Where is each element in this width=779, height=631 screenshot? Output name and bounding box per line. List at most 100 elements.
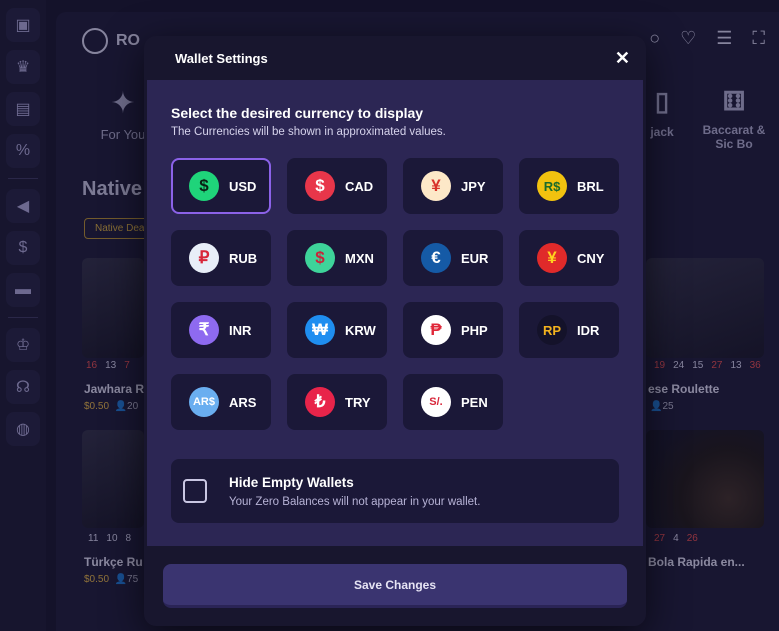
search-icon[interactable]: ○ (649, 28, 660, 49)
game-title[interactable]: Bola Rapida en... (648, 555, 745, 569)
top-icons: ○ ♡ ☰ ⛶ (649, 28, 765, 49)
currency-option-usd[interactable]: $ USD (171, 158, 271, 214)
currency-code: KRW (345, 322, 376, 338)
game-title[interactable]: Jawhara R (84, 382, 144, 396)
currency-cad-icon: $ (305, 171, 335, 201)
currency-option-php[interactable]: ₱ PHP (403, 302, 503, 358)
currency-inr-icon: ₹ (189, 315, 219, 345)
game-title[interactable]: Türkçe Ru (84, 555, 143, 569)
money-bag-icon[interactable]: $ (6, 231, 40, 265)
currency-code: JPY (461, 178, 486, 194)
hide-empty-wallets-option[interactable]: Hide Empty Wallets Your Zero Balances wi… (171, 459, 619, 523)
wallet-settings-modal: Wallet Settings ✕ Select the desired cur… (144, 36, 646, 626)
recent-numbers: 19 24 15 27 13 36 (654, 360, 761, 371)
currency-code: ARS (229, 394, 257, 410)
currency-option-mxn[interactable]: $ MXN (287, 230, 387, 286)
currency-pen-icon: S/. (421, 387, 451, 417)
hide-empty-checkbox[interactable] (183, 479, 207, 503)
currency-option-cny[interactable]: ¥ CNY (519, 230, 619, 286)
currency-option-cad[interactable]: $ CAD (287, 158, 387, 214)
currency-code: CNY (577, 250, 605, 266)
currency-eur-icon: € (421, 243, 451, 273)
currency-idr-icon: RP (537, 315, 567, 345)
category-label: jack (650, 125, 674, 139)
globe-icon[interactable]: ◍ (6, 412, 40, 446)
close-icon[interactable]: ✕ (615, 49, 630, 67)
modal-title: Wallet Settings (175, 50, 268, 66)
menu-icon[interactable]: ☰ (716, 28, 732, 49)
fullscreen-icon[interactable]: ⛶ (752, 28, 765, 49)
category-label: Baccarat & (702, 123, 766, 137)
hide-empty-title: Hide Empty Wallets (229, 474, 354, 490)
currency-option-jpy[interactable]: ¥ JPY (403, 158, 503, 214)
logo-icon (82, 28, 108, 54)
game-title[interactable]: ese Roulette (648, 382, 719, 396)
category-for-you[interactable]: ✦ For You (98, 86, 148, 142)
category-blackjack[interactable]: ▯ jack (644, 86, 680, 139)
category-label: For You (100, 127, 146, 142)
sparkle-icon: ✦ (110, 87, 136, 120)
currency-option-rub[interactable]: ₽ RUB (171, 230, 271, 286)
megaphone-icon[interactable]: ◀ (6, 189, 40, 223)
currency-jpy-icon: ¥ (421, 171, 451, 201)
currency-option-krw[interactable]: ₩ KRW (287, 302, 387, 358)
game-thumbnail[interactable] (82, 258, 144, 358)
sidebar-divider (8, 178, 38, 179)
modal-header: Wallet Settings ✕ (144, 36, 646, 80)
modal-body: Select the desired currency to display T… (147, 80, 643, 546)
logo-text: RO (116, 32, 140, 49)
game-thumbnail[interactable] (646, 430, 764, 528)
currency-code: TRY (345, 394, 371, 410)
currency-code: CAD (345, 178, 374, 194)
sidebar: ▣ ♛ ▤ % ◀ $ ▬ ♔ ☊ ◍ (0, 0, 46, 631)
currency-option-brl[interactable]: R$ BRL (519, 158, 619, 214)
game-meta: $0.50 👤75 (84, 574, 139, 585)
currency-option-eur[interactable]: € EUR (403, 230, 503, 286)
crown-icon[interactable]: ♔ (6, 328, 40, 362)
sidebar-divider (8, 317, 38, 318)
currency-try-icon: ₺ (305, 387, 335, 417)
currency-code: INR (229, 322, 252, 338)
currency-heading: Select the desired currency to display (171, 105, 424, 121)
recent-numbers: 16 13 7 (86, 360, 130, 371)
currency-code: PHP (461, 322, 488, 338)
currency-option-idr[interactable]: RP IDR (519, 302, 619, 358)
currency-ars-icon: AR$ (189, 387, 219, 417)
trophy-icon[interactable]: ♛ (6, 50, 40, 84)
promo-icon[interactable]: % (6, 134, 40, 168)
heart-icon[interactable]: ♡ (680, 28, 696, 49)
recent-numbers: 27 4 26 (654, 533, 698, 544)
recent-numbers: 11 10 8 (88, 533, 132, 544)
currency-usd-icon: $ (189, 171, 219, 201)
currency-mxn-icon: $ (305, 243, 335, 273)
save-changes-button[interactable]: Save Changes (163, 564, 627, 608)
wallet-icon[interactable]: ▬ (6, 273, 40, 307)
slots-icon[interactable]: ▣ (6, 8, 40, 42)
game-meta: 👤25 (650, 401, 674, 412)
currency-code: MXN (345, 250, 374, 266)
game-thumbnail[interactable] (646, 258, 764, 358)
site-logo[interactable]: RO (82, 28, 140, 54)
currency-code: USD (229, 178, 257, 194)
currency-option-try[interactable]: ₺ TRY (287, 374, 387, 430)
currency-option-ars[interactable]: AR$ ARS (171, 374, 271, 430)
currency-subheading: The Currencies will be shown in approxim… (171, 126, 446, 138)
currency-php-icon: ₱ (421, 315, 451, 345)
currency-rub-icon: ₽ (189, 243, 219, 273)
currency-option-pen[interactable]: S/. PEN (403, 374, 503, 430)
currency-code: BRL (577, 178, 604, 194)
hide-empty-text: Hide Empty Wallets Your Zero Balances wi… (229, 475, 480, 508)
support-icon[interactable]: ☊ (6, 370, 40, 404)
dice-icon: ⚅ (722, 86, 746, 116)
category-label: Sic Bo (715, 137, 753, 151)
category-baccarat[interactable]: ⚅ Baccarat & Sic Bo (698, 86, 770, 151)
gift-icon[interactable]: ▤ (6, 92, 40, 126)
game-thumbnail[interactable] (82, 430, 144, 528)
currency-code: IDR (577, 322, 600, 338)
currency-cny-icon: ¥ (537, 243, 567, 273)
currency-krw-icon: ₩ (305, 315, 335, 345)
currency-grid: $ USD $ CAD ¥ JPY R$ BRL ₽ RUB $ MXN € EUR ¥ CNY ₹ INR ₩ KR… (171, 158, 619, 430)
currency-option-inr[interactable]: ₹ INR (171, 302, 271, 358)
currency-code: RUB (229, 250, 258, 266)
currency-brl-icon: R$ (537, 171, 567, 201)
